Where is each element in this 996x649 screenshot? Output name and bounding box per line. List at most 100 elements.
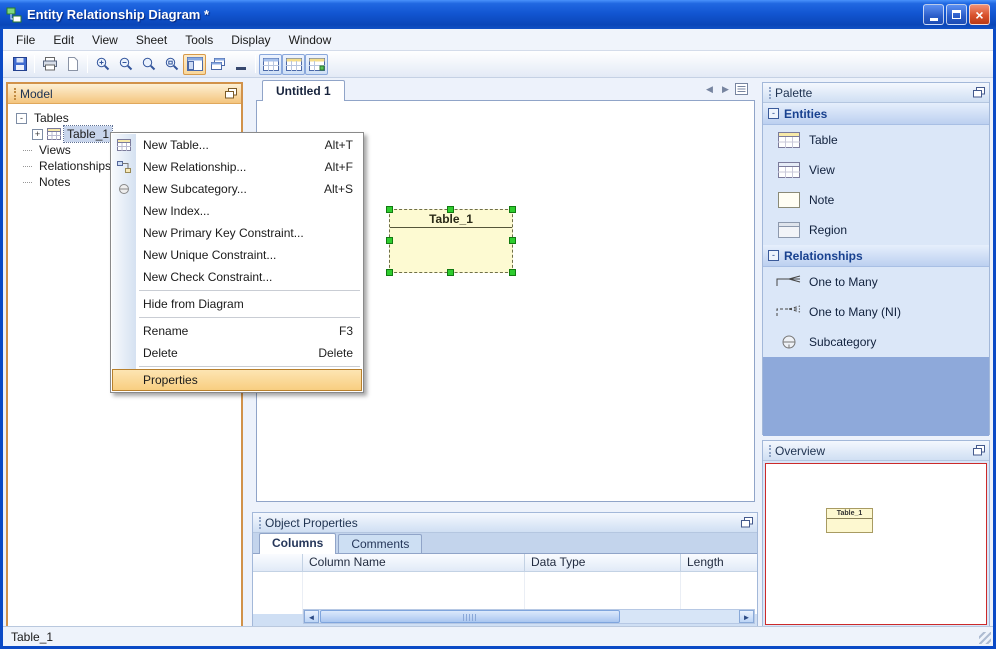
context-menu: New Table... Alt+T New Relationship... A… — [110, 132, 364, 393]
tree-item-views[interactable]: Views — [36, 142, 74, 158]
relationships-section-header[interactable]: - Relationships — [763, 245, 989, 267]
zoom-in-button[interactable] — [91, 54, 114, 75]
drag-grip-icon[interactable] — [259, 516, 262, 529]
tab-untitled-1[interactable]: Untitled 1 — [262, 80, 345, 101]
overview-minimap[interactable]: Table_1 — [765, 463, 987, 625]
selection-handle-sw[interactable] — [386, 269, 393, 276]
menu-item-label: New Check Constraint... — [143, 270, 273, 284]
drag-grip-icon[interactable] — [769, 86, 772, 99]
toggle-model-panel-button[interactable] — [183, 53, 206, 75]
toggle-object-properties-button[interactable] — [259, 53, 282, 75]
tab-list-icon[interactable] — [735, 83, 748, 95]
save-button[interactable] — [8, 54, 31, 75]
collapse-section-icon[interactable]: - — [768, 250, 779, 261]
columns-grid-body[interactable] — [253, 572, 757, 614]
save-icon — [12, 57, 27, 71]
palette-item-one-to-many[interactable]: One to Many — [763, 267, 989, 297]
length-header[interactable]: Length — [681, 554, 757, 571]
float-panel-icon[interactable] — [741, 517, 753, 528]
menu-file[interactable]: File — [7, 30, 44, 50]
palette-item-view[interactable]: View — [763, 155, 989, 185]
menu-item-new-check-constraint[interactable]: New Check Constraint... — [112, 266, 362, 288]
toggle-palette-button[interactable] — [282, 53, 305, 75]
collapse-section-icon[interactable]: - — [768, 108, 779, 119]
palette-item-note[interactable]: Note — [763, 185, 989, 215]
overview-header[interactable]: Overview — [763, 441, 989, 461]
tree-item-notes[interactable]: Notes — [36, 174, 73, 190]
toggle-overview-button[interactable] — [305, 53, 328, 75]
print-preview-button[interactable] — [61, 54, 84, 75]
menu-display[interactable]: Display — [222, 30, 279, 50]
titlebar: Entity Relationship Diagram * × — [0, 0, 996, 29]
menu-item-new-subcategory[interactable]: New Subcategory... Alt+S — [112, 178, 362, 200]
drag-grip-icon[interactable] — [769, 444, 772, 457]
float-panel-icon[interactable] — [973, 87, 985, 98]
palette-header[interactable]: Palette — [763, 83, 989, 103]
model-panel-header[interactable]: Model — [8, 84, 241, 104]
print-button[interactable] — [38, 54, 61, 75]
tree-item-relationships[interactable]: Relationships — [36, 158, 114, 174]
palette-item-subcategory[interactable]: Subcategory — [763, 327, 989, 357]
menu-tools[interactable]: Tools — [176, 30, 222, 50]
menu-item-hide-from-diagram[interactable]: Hide from Diagram — [112, 293, 362, 315]
menu-separator — [139, 290, 360, 291]
minimize-button[interactable] — [923, 4, 944, 25]
overview-entity-table-1[interactable]: Table_1 — [826, 508, 873, 533]
float-panel-icon[interactable] — [973, 445, 985, 456]
scrollbar-thumb[interactable] — [320, 610, 620, 623]
menu-edit[interactable]: Edit — [44, 30, 83, 50]
selection-handle-e[interactable] — [509, 237, 516, 244]
palette-item-one-to-many-ni[interactable]: One to Many (NI) — [763, 297, 989, 327]
menu-view[interactable]: View — [83, 30, 127, 50]
scroll-left-icon[interactable]: ◄ — [304, 610, 319, 623]
menu-item-new-relationship[interactable]: New Relationship... Alt+F — [112, 156, 362, 178]
menu-item-new-primary-key-constraint[interactable]: New Primary Key Constraint... — [112, 222, 362, 244]
entity-table-1[interactable]: Table_1 — [386, 206, 516, 276]
tree-expander-icon[interactable]: - — [16, 112, 27, 124]
menu-item-new-unique-constraint[interactable]: New Unique Constraint... — [112, 244, 362, 266]
selection-handle-w[interactable] — [386, 237, 393, 244]
object-properties-header[interactable]: Object Properties — [253, 513, 757, 533]
maximize-button[interactable] — [946, 4, 967, 25]
tree-line — [23, 149, 32, 151]
minimize-panels-button[interactable] — [229, 54, 252, 75]
horizontal-scrollbar[interactable]: ◄ ► — [303, 609, 755, 624]
float-panel-icon[interactable] — [225, 88, 237, 99]
selection-handle-s[interactable] — [447, 269, 454, 276]
palette-item-region[interactable]: Region — [763, 215, 989, 245]
tab-scroll-left-icon[interactable]: ◀ — [703, 84, 716, 95]
object-properties-tabs: Columns Comments — [253, 533, 757, 554]
scroll-right-icon[interactable]: ► — [739, 610, 754, 623]
zoom-selection-button[interactable] — [160, 54, 183, 75]
zoom-actual-button[interactable] — [137, 54, 160, 75]
tab-scroll-right-icon[interactable]: ▶ — [719, 84, 732, 95]
row-selector-header — [253, 554, 303, 571]
selection-handle-ne[interactable] — [509, 206, 516, 213]
menu-sheet[interactable]: Sheet — [127, 30, 176, 50]
selection-handle-se[interactable] — [509, 269, 516, 276]
drag-grip-icon[interactable] — [14, 87, 17, 100]
tree-expander-icon[interactable]: + — [32, 128, 43, 140]
menu-window[interactable]: Window — [280, 30, 341, 50]
entities-section-header[interactable]: - Entities — [763, 103, 989, 125]
menu-item-delete[interactable]: Delete Delete — [112, 342, 362, 364]
resize-grip[interactable] — [979, 632, 991, 644]
column-name-header[interactable]: Column Name — [303, 554, 525, 571]
selection-handle-n[interactable] — [447, 206, 454, 213]
float-panels-button[interactable] — [206, 54, 229, 75]
tree-item-tables[interactable]: Tables — [31, 110, 72, 126]
menubar: File Edit View Sheet Tools Display Windo… — [3, 29, 993, 51]
zoom-out-button[interactable] — [114, 54, 137, 75]
data-type-header[interactable]: Data Type — [525, 554, 681, 571]
menu-item-new-index[interactable]: New Index... — [112, 200, 362, 222]
tree-item-table-1[interactable]: Table_1 — [62, 125, 114, 143]
menu-item-properties[interactable]: Properties — [112, 369, 362, 391]
tab-columns[interactable]: Columns — [259, 533, 337, 554]
relationships-section-title: Relationships — [784, 248, 863, 263]
tab-comments[interactable]: Comments — [338, 534, 423, 553]
close-button[interactable]: × — [969, 4, 990, 25]
selection-handle-nw[interactable] — [386, 206, 393, 213]
menu-item-new-table[interactable]: New Table... Alt+T — [112, 134, 362, 156]
menu-item-rename[interactable]: Rename F3 — [112, 320, 362, 342]
palette-item-table[interactable]: Table — [763, 125, 989, 155]
